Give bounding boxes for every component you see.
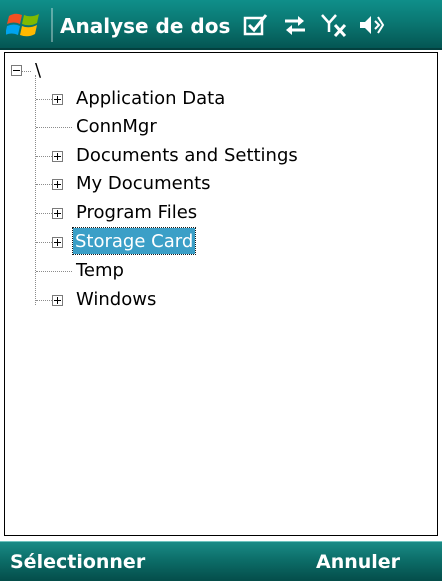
tree-connector — [36, 127, 72, 128]
tree-item-windows[interactable]: Windows — [5, 286, 425, 314]
tree-item-connmgr[interactable]: ConnMgr — [5, 113, 425, 141]
tree-item-label-selected: Storage Card — [71, 227, 197, 255]
tree-connector — [36, 184, 52, 185]
no-signal-icon[interactable] — [320, 12, 348, 38]
cancel-softkey-button[interactable]: Annuler — [316, 548, 400, 576]
tree-root-label: \ — [35, 60, 42, 81]
tree-connector — [22, 71, 31, 72]
expand-plus-icon[interactable] — [52, 179, 63, 190]
tree-item-storage-card[interactable]: Storage Card — [5, 227, 425, 256]
tree-item-label: ConnMgr — [76, 116, 157, 137]
title-divider — [51, 8, 53, 42]
softkey-bar: Sélectionner Annuler — [0, 541, 442, 581]
tree-connector — [36, 300, 52, 301]
window-title: Analyse de dossie — [60, 14, 230, 38]
tree-connector — [36, 156, 52, 157]
expand-plus-icon[interactable] — [52, 94, 63, 105]
tree-connector — [36, 213, 52, 214]
tree-item-label: Windows — [76, 289, 157, 310]
tree-connector — [36, 242, 52, 243]
collapse-minus-icon[interactable] — [11, 65, 22, 76]
expand-plus-icon[interactable] — [52, 208, 63, 219]
expand-plus-icon[interactable] — [52, 151, 63, 162]
tree-item-label: Documents and Settings — [76, 145, 298, 166]
speaker-volume-icon[interactable] — [357, 12, 385, 38]
tree-connector — [36, 271, 72, 272]
tree-item-program-files[interactable]: Program Files — [5, 199, 425, 227]
tree-item-label: Program Files — [76, 202, 198, 223]
tree-connector — [36, 99, 52, 100]
select-softkey-button[interactable]: Sélectionner — [10, 548, 145, 576]
task-check-icon[interactable] — [242, 12, 270, 38]
sync-arrows-icon[interactable] — [281, 12, 309, 38]
tree-root[interactable]: \ — [5, 57, 425, 85]
title-bar: Analyse de dossie — [0, 0, 442, 50]
tree-item-documents-and-settings[interactable]: Documents and Settings — [5, 142, 425, 170]
tree-item-temp[interactable]: Temp — [5, 257, 425, 285]
tree-item-my-documents[interactable]: My Documents — [5, 170, 425, 198]
folder-tree[interactable]: \ Application Data ConnMgr Documents and… — [4, 52, 438, 536]
expand-plus-icon[interactable] — [52, 295, 63, 306]
tree-item-label: Application Data — [76, 88, 226, 109]
expand-plus-icon[interactable] — [52, 237, 63, 248]
tree-item-application-data[interactable]: Application Data — [5, 85, 425, 113]
windows-start-icon[interactable] — [5, 7, 42, 43]
tree-item-label: My Documents — [76, 173, 211, 194]
tree-item-label: Temp — [76, 260, 124, 281]
